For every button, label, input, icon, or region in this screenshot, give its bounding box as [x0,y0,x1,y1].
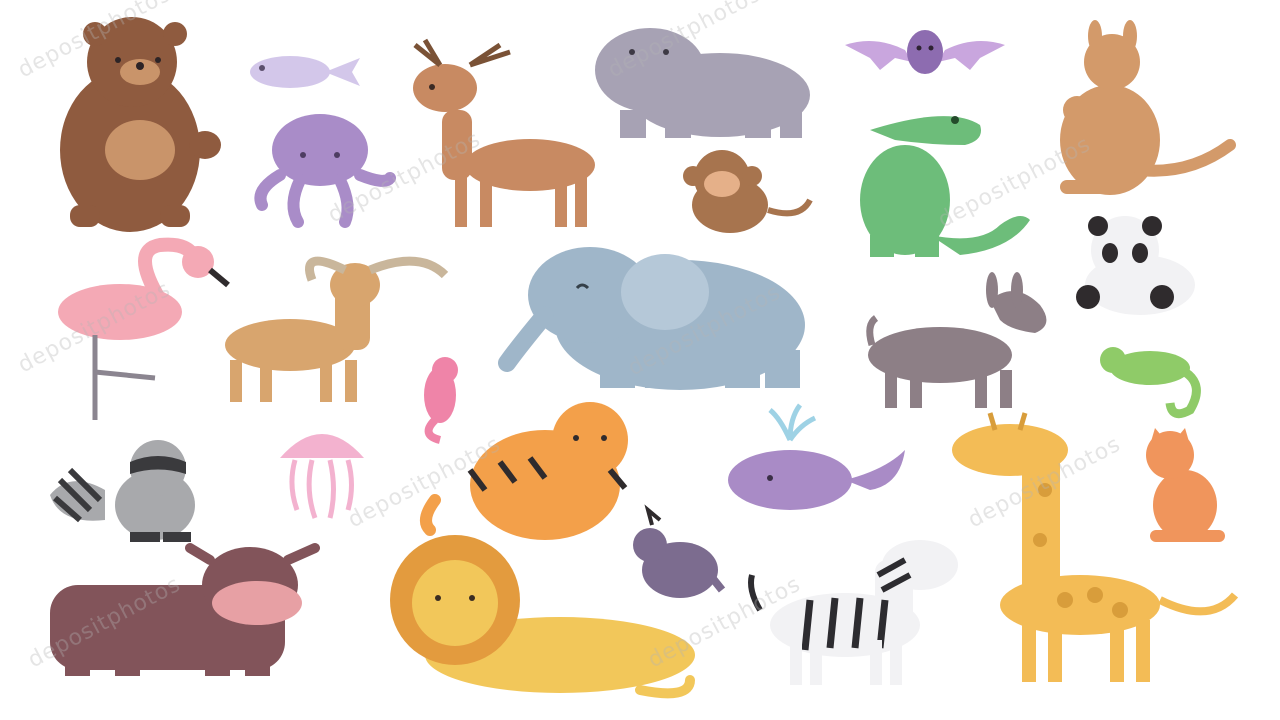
hippo [595,28,810,138]
cat [1146,428,1225,542]
flamingo [58,237,230,420]
seahorse [424,357,458,444]
monkey [683,150,813,233]
antelope [225,256,449,402]
jellyfish [280,434,364,519]
donkey [866,272,1047,408]
tiger [420,402,628,540]
bear [60,17,221,232]
chameleon [1100,347,1201,419]
animals-svg [50,17,1239,699]
quail [633,504,726,598]
deer [413,38,595,227]
crocodile [860,116,1030,257]
yak [50,543,320,676]
animal-illustration-scene: depositphotos depositphotos depositphoto… [0,0,1280,720]
whale [728,403,905,510]
elephant [498,247,805,390]
kangaroo [1060,20,1236,195]
panda [1076,216,1195,315]
bat [845,30,1005,74]
fish [250,56,360,88]
raccoon [50,440,195,542]
octopus [254,114,396,228]
zebra [748,540,958,685]
